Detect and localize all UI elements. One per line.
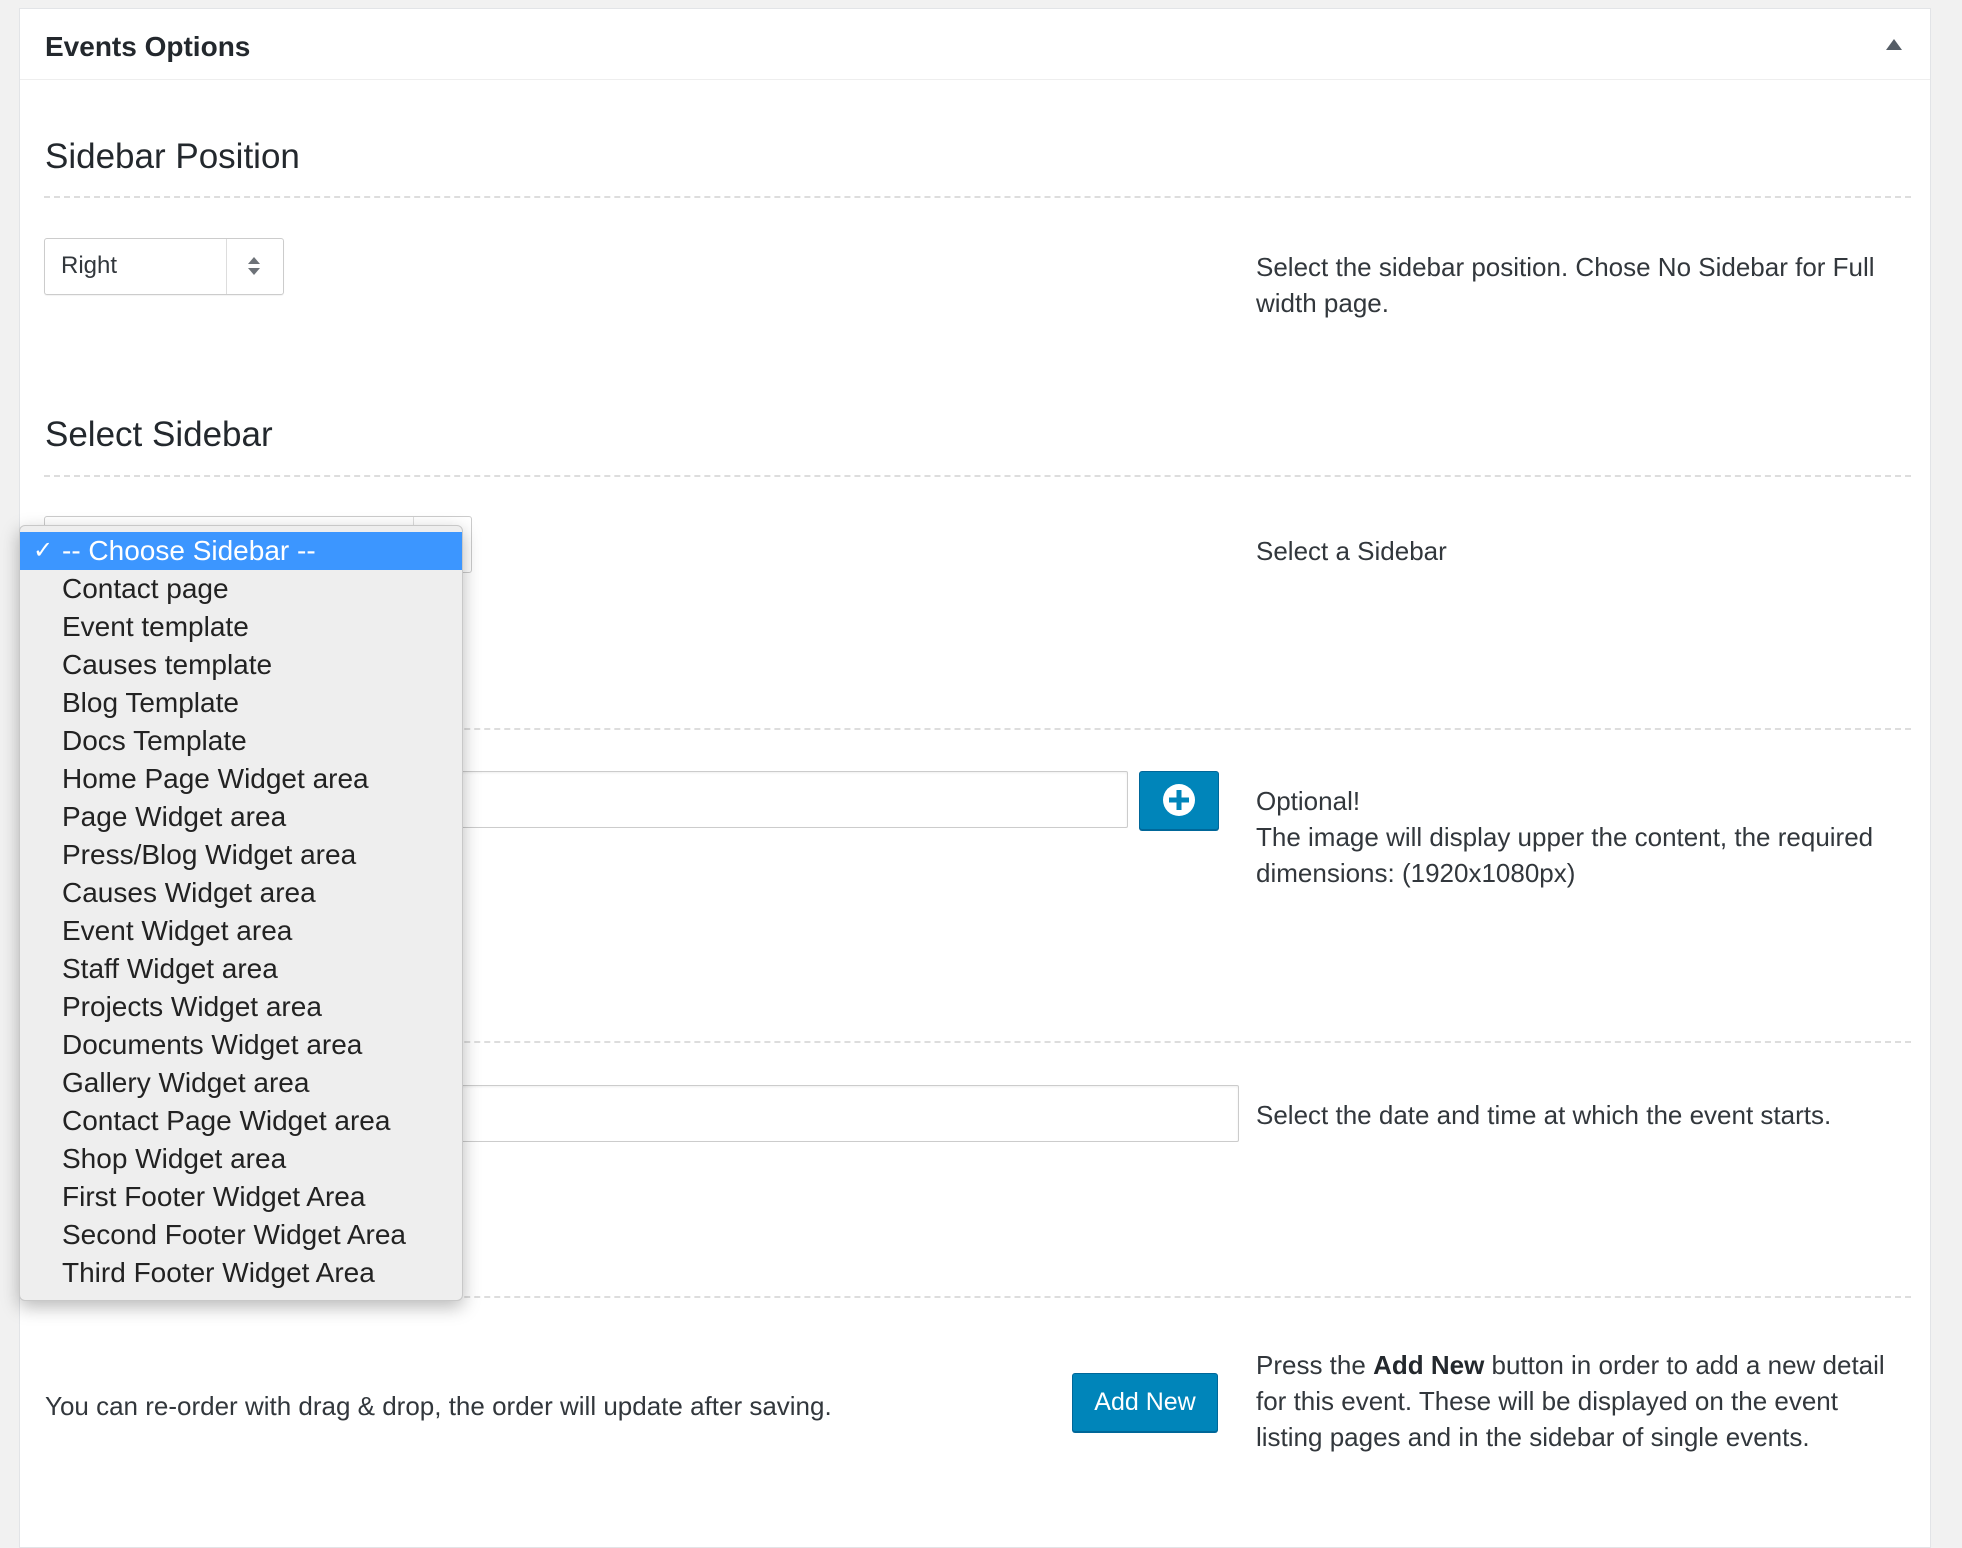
select-divider — [226, 239, 227, 294]
sidebar-dropdown-list[interactable]: ✓ -- Choose Sidebar -- Contact page Even… — [19, 525, 463, 1301]
dropdown-option[interactable]: Causes template — [20, 646, 462, 684]
dropdown-option[interactable]: Documents Widget area — [20, 1026, 462, 1064]
plus-circle-icon — [1163, 784, 1195, 816]
details-description: Press the Add New button in order to add… — [1256, 1347, 1906, 1455]
sidebar-position-heading: Sidebar Position — [45, 137, 300, 176]
dropdown-option[interactable]: Contact Page Widget area — [20, 1102, 462, 1140]
add-image-button[interactable] — [1139, 771, 1219, 830]
dropdown-option[interactable]: Event template — [20, 608, 462, 646]
dropdown-option-label: -- Choose Sidebar -- — [62, 535, 316, 566]
dropdown-option[interactable]: Causes Widget area — [20, 874, 462, 912]
collapse-arrow-icon[interactable] — [1886, 39, 1902, 50]
divider — [44, 196, 1911, 198]
dropdown-option[interactable]: Gallery Widget area — [20, 1064, 462, 1102]
dropdown-option[interactable]: Staff Widget area — [20, 950, 462, 988]
checkmark-icon: ✓ — [33, 537, 54, 564]
dropdown-option[interactable]: Press/Blog Widget area — [20, 836, 462, 874]
sidebar-position-description: Select the sidebar position. Chose No Si… — [1256, 252, 1875, 318]
divider — [44, 475, 1911, 477]
dropdown-option[interactable]: Contact page — [20, 570, 462, 608]
dropdown-option[interactable]: Event Widget area — [20, 912, 462, 950]
image-description-detail: The image will display upper the content… — [1256, 822, 1874, 888]
details-desc-bold: Add New — [1373, 1350, 1485, 1380]
sidebar-position-select[interactable]: Right — [44, 238, 284, 295]
dropdown-option[interactable]: Docs Template — [20, 722, 462, 760]
date-description: Select the date and time at which the ev… — [1256, 1100, 1832, 1130]
sidebar-position-value: Right — [61, 252, 118, 279]
select-sidebar-description: Select a Sidebar — [1256, 536, 1447, 566]
select-arrows-icon — [248, 257, 260, 275]
image-description-optional: Optional! — [1256, 786, 1361, 816]
dropdown-option[interactable]: First Footer Widget Area — [20, 1178, 462, 1216]
dropdown-option[interactable]: Blog Template — [20, 684, 462, 722]
add-new-button[interactable]: Add New — [1072, 1373, 1218, 1432]
reorder-hint: You can re-order with drag & drop, the o… — [45, 1391, 832, 1421]
dropdown-option[interactable]: Shop Widget area — [20, 1140, 462, 1178]
dropdown-option[interactable]: Second Footer Widget Area — [20, 1216, 462, 1254]
dropdown-option[interactable]: Page Widget area — [20, 798, 462, 836]
dropdown-option[interactable]: Third Footer Widget Area — [20, 1254, 462, 1292]
panel-title: Events Options — [45, 31, 251, 62]
image-description: Optional! The image will display upper t… — [1256, 783, 1906, 891]
details-desc-prefix: Press the — [1256, 1350, 1374, 1380]
panel-header[interactable]: Events Options — [20, 9, 1930, 80]
select-sidebar-heading: Select Sidebar — [45, 415, 273, 454]
dropdown-option[interactable]: Projects Widget area — [20, 988, 462, 1026]
dropdown-option[interactable]: Home Page Widget area — [20, 760, 462, 798]
dropdown-option-selected[interactable]: ✓ -- Choose Sidebar -- — [20, 532, 462, 570]
